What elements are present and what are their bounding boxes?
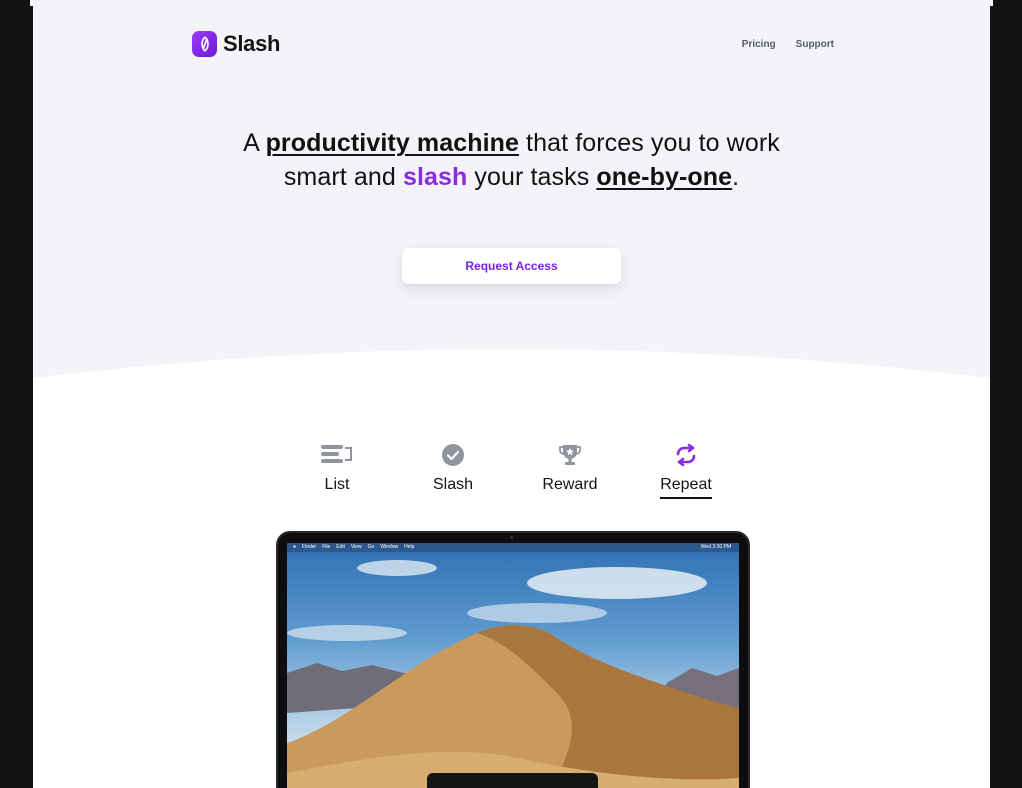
menubar-item: Edit xyxy=(336,544,345,550)
headline-text: A xyxy=(243,129,266,157)
trophy-icon xyxy=(525,440,615,470)
list-icon xyxy=(292,440,382,470)
landing-page: Slash Pricing Support A productivity mac… xyxy=(33,0,990,788)
tab-list-label: List xyxy=(324,476,350,493)
check-circle-icon xyxy=(408,440,498,470)
mac-menubar: ● Finder File Edit View Go Window Help W… xyxy=(287,543,739,552)
menubar-clock: Wed 3:30 PM xyxy=(700,544,731,550)
laptop-mockup: ● Finder File Edit View Go Window Help W… xyxy=(276,531,750,788)
tab-reward[interactable]: Reward xyxy=(525,440,615,497)
repeat-icon xyxy=(641,440,731,470)
tab-slash[interactable]: Slash xyxy=(408,440,498,497)
hero-headline: A productivity machine that forces you t… xyxy=(33,126,990,194)
desktop-screenshot: ● Finder File Edit View Go Window Help W… xyxy=(287,543,739,788)
hero-curve xyxy=(33,349,990,400)
menubar-item: Finder xyxy=(302,544,317,550)
top-nav: Pricing Support xyxy=(742,39,834,50)
camera-notch xyxy=(510,536,513,539)
request-access-button[interactable]: Request Access xyxy=(402,248,621,284)
nav-pricing-link[interactable]: Pricing xyxy=(742,39,776,50)
headline-text: smart and xyxy=(283,163,403,191)
menubar-item: Go xyxy=(367,544,375,550)
menubar-item: File xyxy=(322,544,331,550)
mac-dock xyxy=(427,773,598,788)
headline-text: your tasks xyxy=(467,163,597,191)
brand-logo[interactable]: Slash xyxy=(192,31,281,57)
nav-support-link[interactable]: Support xyxy=(796,39,834,50)
tab-repeat[interactable]: Repeat xyxy=(641,440,731,499)
apple-icon: ● xyxy=(293,544,297,550)
menubar-item: Window xyxy=(380,544,399,550)
headline-text: that forces you to work xyxy=(519,129,780,157)
headline-accent-slash: slash xyxy=(402,163,468,191)
headline-emphasis-one-by-one: one-by-one xyxy=(596,163,733,191)
headline-text: . xyxy=(732,163,740,191)
menubar-item: Help xyxy=(404,544,415,550)
tab-reward-label: Reward xyxy=(542,476,598,493)
brand-name: Slash xyxy=(223,31,281,56)
tab-repeat-label: Repeat xyxy=(660,476,712,499)
tab-slash-label: Slash xyxy=(432,476,474,493)
desert-wallpaper xyxy=(287,560,739,788)
tab-list[interactable]: List xyxy=(292,440,382,497)
menubar-item: View xyxy=(350,544,362,550)
slash-logo-icon xyxy=(192,31,217,57)
hero-section xyxy=(33,0,990,400)
headline-emphasis-productivity: productivity machine xyxy=(265,129,520,157)
